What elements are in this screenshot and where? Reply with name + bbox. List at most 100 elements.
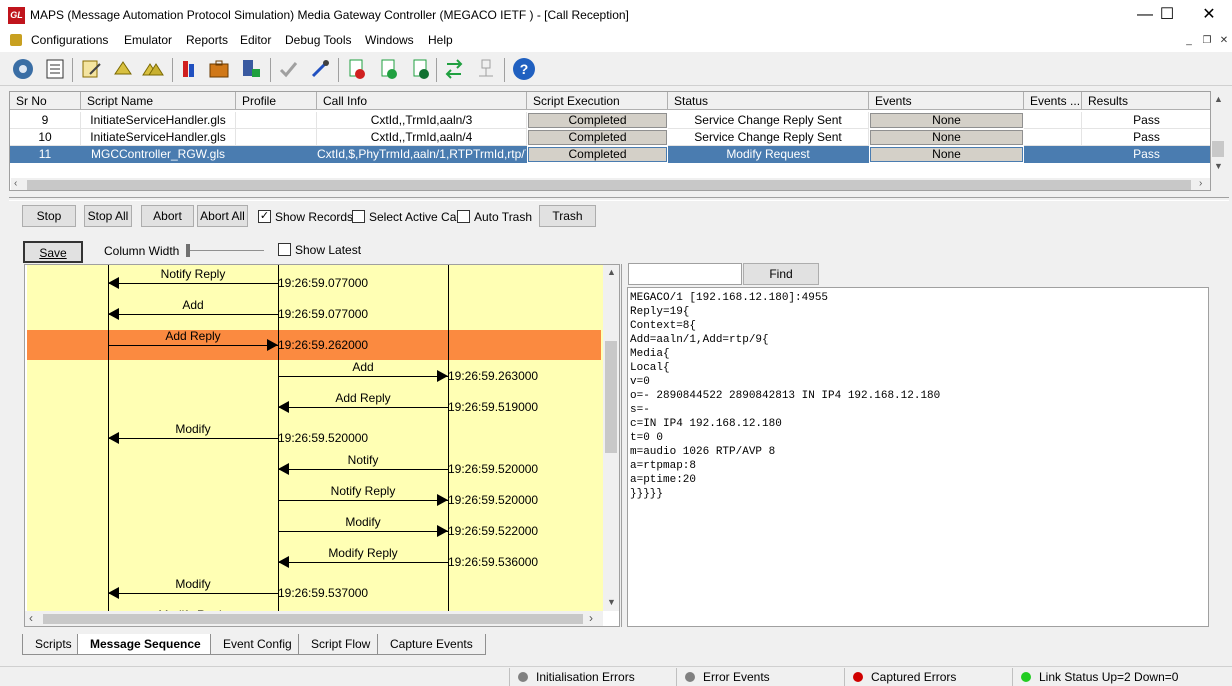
show-records-checkbox[interactable]: ✓: [258, 210, 271, 223]
sequence-horizontal-scrollbar[interactable]: ‹ ›: [25, 611, 603, 626]
tab-event-config[interactable]: Event Config: [210, 634, 305, 655]
arrow-right-icon: [437, 525, 448, 537]
message-label: Modify: [345, 515, 381, 529]
sync-icon[interactable]: [441, 56, 467, 82]
column-header-status[interactable]: Status: [668, 92, 869, 110]
cell-script-execution-button[interactable]: Completed: [528, 113, 667, 128]
profile-group-icon[interactable]: [140, 56, 166, 82]
table-row-selected[interactable]: 11 MGCController_RGW.gls CxtId,$,PhyTrmI…: [10, 146, 1210, 163]
cell-events-button[interactable]: None: [870, 130, 1023, 145]
file-green-icon[interactable]: [376, 56, 402, 82]
trash-button[interactable]: Trash: [539, 205, 596, 227]
mdi-app-icon[interactable]: [10, 34, 22, 46]
status-error-events[interactable]: Error Events: [676, 668, 841, 686]
menu-windows[interactable]: Windows: [365, 33, 414, 47]
select-active-call-label: Select Active Call: [369, 210, 462, 224]
tab-scripts[interactable]: Scripts: [22, 634, 85, 655]
cell-script-execution-button[interactable]: Completed: [528, 147, 667, 162]
database-icon[interactable]: [176, 56, 202, 82]
scroll-down-icon[interactable]: ▼: [1214, 161, 1223, 171]
cell-events-button[interactable]: None: [870, 147, 1023, 162]
scroll-down-icon[interactable]: ▼: [607, 597, 616, 607]
column-header-call-info[interactable]: Call Info: [317, 92, 527, 110]
cell-events-2: [1024, 146, 1082, 163]
script-edit-icon[interactable]: [78, 56, 104, 82]
scroll-left-icon[interactable]: ‹: [14, 178, 17, 189]
cell-results: Pass: [1082, 129, 1210, 146]
arrow-left-icon: [108, 587, 119, 599]
tools-icon[interactable]: [307, 56, 333, 82]
scroll-right-icon[interactable]: ›: [1199, 178, 1202, 189]
menu-editor[interactable]: Editor: [240, 33, 271, 47]
menu-configurations[interactable]: Configurations: [31, 33, 108, 47]
abort-all-button[interactable]: Abort All: [197, 205, 248, 227]
menu-debug-tools[interactable]: Debug Tools: [285, 33, 352, 47]
help-icon[interactable]: ?: [511, 56, 537, 82]
column-header-results[interactable]: Results: [1082, 92, 1210, 110]
panel-splitter[interactable]: [9, 197, 1229, 201]
cell-events-button[interactable]: None: [870, 113, 1023, 128]
column-header-profile[interactable]: Profile: [236, 92, 317, 110]
auto-trash-checkbox[interactable]: [457, 210, 470, 223]
mdi-close-button[interactable]: ✕: [1217, 34, 1231, 48]
grid-scroll-thumb[interactable]: [27, 180, 1191, 190]
gear-icon[interactable]: [10, 56, 36, 82]
mdi-minimize-button[interactable]: _: [1182, 34, 1196, 48]
grid-horizontal-scrollbar[interactable]: ‹ ›: [11, 178, 1210, 190]
menu-help[interactable]: Help: [428, 33, 453, 47]
toolbar-separator: [504, 58, 505, 82]
column-header-sr-no[interactable]: Sr No: [10, 92, 81, 110]
scroll-right-icon[interactable]: ›: [589, 611, 593, 625]
select-active-call-checkbox[interactable]: [352, 210, 365, 223]
find-button[interactable]: Find: [743, 263, 819, 285]
check-disabled-icon[interactable]: [275, 56, 301, 82]
briefcase-icon[interactable]: [206, 56, 232, 82]
status-captured-errors[interactable]: Captured Errors: [844, 668, 1009, 686]
column-width-slider-handle[interactable]: [186, 244, 190, 257]
abort-button[interactable]: Abort: [141, 205, 194, 227]
grid-vertical-scrollbar[interactable]: ▲ ▼: [1211, 91, 1225, 176]
window-title: MAPS (Message Automation Protocol Simula…: [30, 8, 629, 22]
maximize-button[interactable]: ☐: [1144, 0, 1190, 30]
save-button[interactable]: Save: [23, 241, 83, 263]
column-width-slider-track[interactable]: [186, 250, 264, 251]
sequence-vertical-scrollbar[interactable]: ▲ ▼: [603, 265, 619, 611]
detail-vertical-scrollbar[interactable]: [1209, 287, 1223, 627]
find-input[interactable]: [628, 263, 742, 285]
menu-reports[interactable]: Reports: [186, 33, 228, 47]
message-timestamp: 19:26:59.262000: [278, 338, 369, 352]
menu-emulator[interactable]: Emulator: [124, 33, 172, 47]
network-disabled-icon[interactable]: [473, 56, 499, 82]
scroll-up-icon[interactable]: ▲: [1214, 94, 1223, 104]
sequence-hscroll-thumb[interactable]: [43, 614, 583, 624]
file-red-icon[interactable]: [344, 56, 370, 82]
vertical-splitter[interactable]: [621, 264, 625, 627]
stop-button[interactable]: Stop: [22, 205, 76, 227]
profile-icon[interactable]: [110, 56, 136, 82]
file-pause-icon[interactable]: [408, 56, 434, 82]
scroll-left-icon[interactable]: ‹: [29, 611, 33, 625]
cell-script-execution-button[interactable]: Completed: [528, 130, 667, 145]
column-header-events[interactable]: Events: [869, 92, 1024, 110]
table-row[interactable]: 9 InitiateServiceHandler.gls CxtId,,TrmI…: [10, 112, 1210, 129]
notebook-icon[interactable]: [42, 56, 68, 82]
message-detail-text[interactable]: MEGACO/1 [192.168.12.180]:4955 Reply=19{…: [627, 287, 1209, 627]
scroll-up-icon[interactable]: ▲: [607, 267, 616, 277]
message-label: Modify: [175, 422, 211, 436]
tab-capture-events[interactable]: Capture Events: [377, 634, 486, 655]
stop-all-button[interactable]: Stop All: [84, 205, 132, 227]
tab-script-flow[interactable]: Script Flow: [298, 634, 384, 655]
table-row[interactable]: 10 InitiateServiceHandler.gls CxtId,,Trm…: [10, 129, 1210, 146]
show-latest-checkbox[interactable]: [278, 243, 291, 256]
mdi-restore-button[interactable]: ❐: [1200, 34, 1214, 48]
column-header-events-2[interactable]: Events ...: [1024, 92, 1082, 110]
status-initialisation-errors[interactable]: Initialisation Errors: [509, 668, 674, 686]
status-dot-icon: [1021, 672, 1031, 682]
grid-vscroll-thumb[interactable]: [1212, 141, 1224, 157]
computer-icon[interactable]: [238, 56, 264, 82]
tab-message-sequence[interactable]: Message Sequence: [77, 634, 214, 655]
sequence-vscroll-thumb[interactable]: [605, 341, 617, 453]
close-button[interactable]: ✕: [1186, 0, 1232, 30]
column-header-script-name[interactable]: Script Name: [81, 92, 236, 110]
column-header-script-execution[interactable]: Script Execution: [527, 92, 668, 110]
